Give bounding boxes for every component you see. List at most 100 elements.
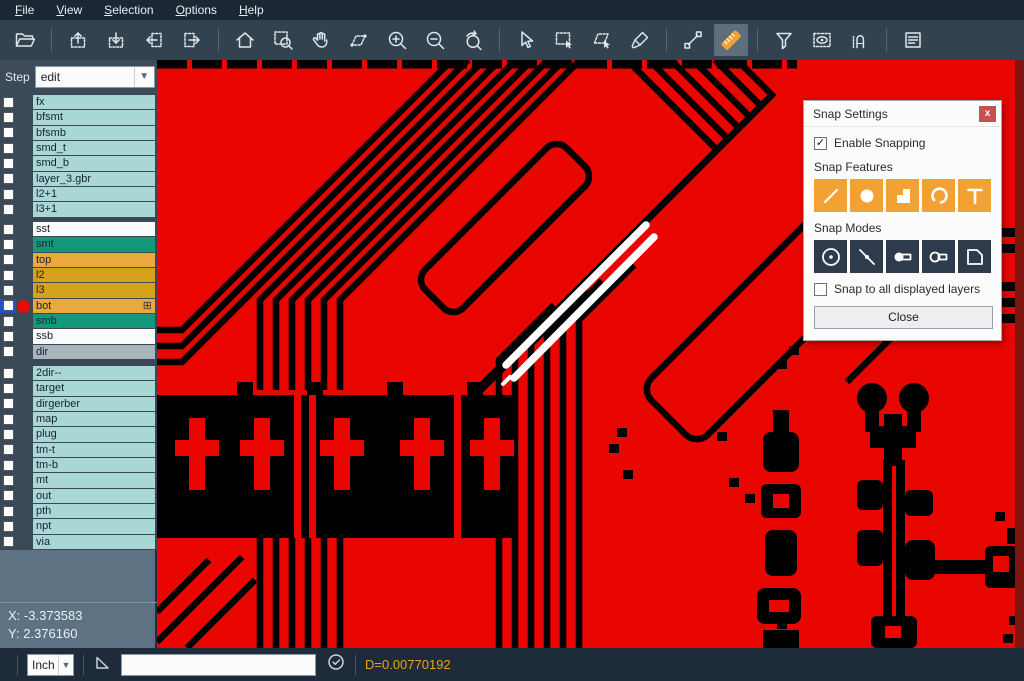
layer-label[interactable]: l3 (33, 283, 155, 297)
layer-row-npt[interactable]: npt (0, 519, 157, 533)
layer-label[interactable]: bfsmb (33, 126, 155, 140)
apply-check-icon[interactable] (326, 652, 346, 677)
layer-visibility-checkbox[interactable] (3, 506, 14, 517)
zoom-out-button[interactable] (418, 24, 452, 56)
angle-measure-icon[interactable] (93, 652, 113, 677)
layer-label[interactable]: pth (33, 504, 155, 518)
layer-row-l3+1[interactable]: l3+1 (0, 202, 157, 216)
layer-row-sst[interactable]: sst (0, 222, 157, 236)
enable-snapping-checkbox[interactable]: ✓ (814, 137, 827, 150)
filter-button[interactable] (767, 24, 801, 56)
layer-visibility-checkbox[interactable] (3, 158, 14, 169)
layer-label[interactable]: out (33, 489, 155, 503)
layer-visibility-checkbox[interactable] (3, 285, 14, 296)
layer-visibility-checkbox[interactable] (3, 224, 14, 235)
layer-label[interactable]: bfsmt (33, 110, 155, 124)
layer-row-bfsmt[interactable]: bfsmt (0, 110, 157, 124)
select-polygon-button[interactable] (585, 24, 619, 56)
layer-row-bfsmb[interactable]: bfsmb (0, 126, 157, 140)
measure-line-button[interactable] (676, 24, 710, 56)
snap-text-button[interactable] (958, 179, 991, 212)
zoom-previous-button[interactable] (456, 24, 490, 56)
layer-visibility-checkbox[interactable] (3, 97, 14, 108)
layer-label[interactable]: fx (33, 95, 155, 109)
dialog-title-bar[interactable]: Snap Settings x (804, 101, 1001, 127)
layer-label[interactable]: top (33, 253, 155, 267)
menu-selection[interactable]: Selection (93, 1, 164, 19)
layer-visibility-checkbox[interactable] (3, 368, 14, 379)
layer-label[interactable]: plug (33, 427, 155, 441)
mode-center-button[interactable] (814, 240, 847, 273)
layer-row-dirgerber[interactable]: dirgerber (0, 397, 157, 411)
layer-label[interactable]: smd_b (33, 156, 155, 170)
layer-label[interactable]: bot⊞ (33, 299, 155, 313)
layer-label[interactable]: smb (33, 314, 155, 328)
layers-panel-button[interactable] (896, 24, 930, 56)
layer-label[interactable]: dirgerber (33, 397, 155, 411)
layer-label[interactable]: l2 (33, 268, 155, 282)
layer-visibility-checkbox[interactable] (3, 398, 14, 409)
layer-row-smt[interactable]: smt (0, 237, 157, 251)
mode-contour-button[interactable] (958, 240, 991, 273)
menu-help[interactable]: Help (228, 1, 275, 19)
layer-visibility-checkbox[interactable] (3, 254, 14, 265)
select-rectangle-button[interactable] (547, 24, 581, 56)
mode-slot-filled-button[interactable] (886, 240, 919, 273)
layer-label[interactable]: tm-t (33, 443, 155, 457)
view-options-button[interactable] (805, 24, 839, 56)
layer-row-smb[interactable]: smb (0, 314, 157, 328)
layer-visibility-checkbox[interactable] (3, 383, 14, 394)
layer-row-plug[interactable]: plug (0, 427, 157, 441)
unit-select[interactable]: Inch ▼ (27, 654, 74, 676)
layer-row-top[interactable]: top (0, 253, 157, 267)
zoom-in-button[interactable] (380, 24, 414, 56)
layer-label[interactable]: via (33, 535, 155, 549)
layer-visibility-checkbox[interactable] (3, 414, 14, 425)
layer-visibility-checkbox[interactable] (3, 316, 14, 327)
layer-row-pth[interactable]: pth (0, 504, 157, 518)
layer-visibility-checkbox[interactable] (3, 331, 14, 342)
layer-visibility-checkbox[interactable] (3, 173, 14, 184)
layer-label[interactable]: dir (33, 345, 155, 359)
snap-pad-corner-button[interactable] (886, 179, 919, 212)
layer-row-target[interactable]: target (0, 381, 157, 395)
layer-visibility-checkbox[interactable] (3, 189, 14, 200)
menu-file[interactable]: File (4, 1, 45, 19)
import-left-button[interactable] (137, 24, 171, 56)
layer-visibility-checkbox[interactable] (3, 475, 14, 486)
layer-visibility-checkbox[interactable] (3, 143, 14, 154)
layer-label[interactable]: tm-b (33, 458, 155, 472)
layer-visibility-checkbox[interactable] (3, 127, 14, 138)
menu-options[interactable]: Options (165, 1, 228, 19)
layer-row-mt[interactable]: mt (0, 473, 157, 487)
snap-settings-button[interactable] (843, 24, 877, 56)
layer-label[interactable]: mt (33, 473, 155, 487)
step-select[interactable]: edit ▼ (35, 66, 155, 88)
layer-label[interactable]: l2+1 (33, 187, 155, 201)
paint-brush-button[interactable] (623, 24, 657, 56)
layer-row-ssb[interactable]: ssb (0, 329, 157, 343)
layer-label[interactable]: l3+1 (33, 202, 155, 216)
enable-snapping-row[interactable]: ✓ Enable Snapping (814, 136, 991, 150)
dialog-close-button[interactable]: x (979, 106, 996, 122)
menu-view[interactable]: View (45, 1, 93, 19)
layer-label[interactable]: target (33, 381, 155, 395)
layer-row-2dir--[interactable]: 2dir-- (0, 366, 157, 380)
layer-label[interactable]: 2dir-- (33, 366, 155, 380)
pan-hand-button[interactable] (304, 24, 338, 56)
layer-row-layer_3.gbr[interactable]: layer_3.gbr (0, 172, 157, 186)
import-right-button[interactable] (175, 24, 209, 56)
layer-label[interactable]: layer_3.gbr (33, 172, 155, 186)
layer-label[interactable]: smt (33, 237, 155, 251)
snap-pad-round-button[interactable] (850, 179, 883, 212)
layer-visibility-checkbox[interactable] (3, 429, 14, 440)
layer-row-tm-t[interactable]: tm-t (0, 443, 157, 457)
snap-arc-button[interactable] (922, 179, 955, 212)
layer-row-l2[interactable]: l2 (0, 268, 157, 282)
layer-row-map[interactable]: map (0, 412, 157, 426)
select-arrow-button[interactable] (509, 24, 543, 56)
import-down-button[interactable] (99, 24, 133, 56)
mode-point-on-line-button[interactable] (850, 240, 883, 273)
layer-label[interactable]: ssb (33, 329, 155, 343)
layer-visibility-checkbox[interactable] (3, 239, 14, 250)
